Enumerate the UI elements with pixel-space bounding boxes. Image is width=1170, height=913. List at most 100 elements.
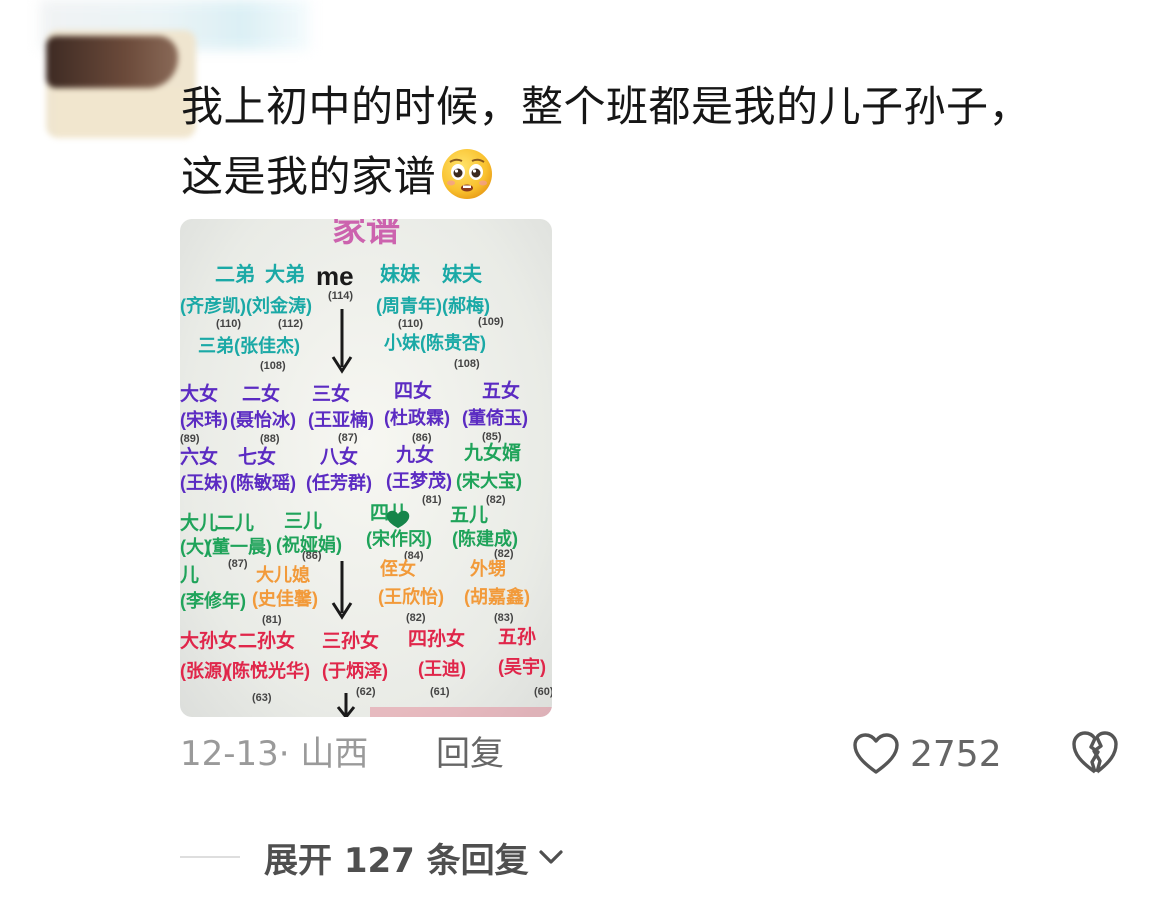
- tree-label: (张源): [180, 660, 228, 681]
- tree-label: 二儿: [216, 512, 254, 534]
- chevron-down-icon: [539, 850, 563, 864]
- tree-num: (87): [228, 558, 248, 570]
- reply-button[interactable]: 回复: [436, 732, 504, 776]
- tree-label: (李修年): [180, 590, 246, 611]
- tree-label: 二孙女: [238, 629, 295, 652]
- tree-label: 大儿: [180, 511, 218, 534]
- down-arrow-icon: [336, 693, 356, 717]
- tree-label: 五儿: [450, 504, 488, 526]
- tree-label: 九女: [395, 443, 434, 466]
- tree-label: (王妹): [180, 473, 228, 493]
- tree-label: 八女: [320, 445, 358, 468]
- like-count: 2752: [910, 733, 1002, 775]
- broken-heart-icon[interactable]: [1070, 728, 1120, 778]
- tree-label: 妹妹: [379, 263, 421, 286]
- tree-label: 妹夫: [441, 262, 483, 286]
- tree-label: 侄女: [380, 558, 416, 579]
- avatar-dark-region: [46, 36, 178, 88]
- tree-num: (87): [338, 432, 358, 444]
- tree-label: (董一晨): [206, 537, 272, 557]
- tree-label: (陈敏瑶): [230, 472, 296, 493]
- tree-label: 四女: [394, 379, 432, 402]
- tree-label: 小妹(陈贵杏): [384, 332, 486, 353]
- tree-num: (85): [482, 431, 502, 443]
- comment-line-1: 我上初中的时候，整个班都是我的儿子孙子，: [181, 82, 1032, 131]
- tree-label: 三儿: [284, 510, 322, 532]
- tree-label: 七女: [238, 445, 276, 468]
- tree-label: (吴宇): [498, 656, 546, 677]
- tree-label: (胡嘉鑫): [464, 586, 530, 607]
- tree-label: 大弟: [265, 262, 305, 286]
- tree-num: (82): [486, 494, 506, 506]
- tree-label: (齐彦凯): [180, 295, 246, 316]
- tree-label-me: me: [316, 261, 354, 291]
- tree-label: (任芳群): [306, 472, 372, 493]
- family-tree-drawing: 家谱 二弟 大弟 me (114) 妹妹 妹夫 (齐彦凯) (刘金涛) (周青年…: [180, 219, 552, 717]
- tree-num: (110): [398, 318, 423, 330]
- tree-num: (62): [356, 686, 376, 698]
- down-arrow-icon: [331, 309, 353, 374]
- tree-label: (陈悦光华): [226, 660, 310, 681]
- tree-label: 大女: [180, 382, 218, 405]
- tree-label: (郝梅): [442, 295, 490, 316]
- tree-label: (王迪): [418, 659, 466, 679]
- comment-line-2-text: 这是我的家谱: [181, 152, 437, 201]
- tree-label: 四孙女: [408, 627, 465, 650]
- expand-replies-label: 展开 127 条回复: [264, 840, 529, 881]
- tree-num: (114): [328, 290, 353, 302]
- tree-num: (86): [412, 432, 432, 444]
- tree-label: (王亚楠): [308, 409, 374, 430]
- avatar[interactable]: [46, 30, 196, 138]
- tree-label: (陈建成): [452, 528, 518, 549]
- tree-label: (杜政霖): [384, 407, 450, 428]
- tree-num: (83): [494, 612, 514, 624]
- tree-num: (81): [422, 494, 442, 506]
- tree-num: (81): [262, 614, 282, 626]
- tree-label: (王梦茂): [386, 470, 452, 491]
- tree-num: (61): [430, 686, 450, 698]
- tree-num: (89): [180, 433, 200, 445]
- tree-label: (聂怡冰): [230, 409, 296, 430]
- tree-label: (刘金涛): [246, 295, 312, 316]
- tree-label: 二弟: [215, 262, 255, 286]
- tree-label: 六女: [180, 445, 218, 468]
- tree-label: 三女: [312, 382, 350, 405]
- divider-line: [180, 856, 240, 858]
- heart-outline-icon: [853, 733, 899, 774]
- tree-label: 大孙女: [180, 629, 237, 652]
- comment-body: 我上初中的时候，整个班都是我的儿子孙子， 这是我的家谱: [181, 72, 1101, 212]
- tree-num: (110): [216, 318, 241, 330]
- tree-label: 五女: [482, 379, 520, 402]
- tree-label: (史佳馨): [252, 588, 318, 609]
- family-tree-photo[interactable]: 家谱 二弟 大弟 me (114) 妹妹 妹夫 (齐彦凯) (刘金涛) (周青年…: [180, 219, 552, 717]
- tree-num: (108): [260, 360, 286, 372]
- pleading-face-emoji: [442, 149, 493, 199]
- tree-num: (60): [534, 686, 552, 698]
- expand-replies-button[interactable]: 展开 127 条回复: [180, 832, 567, 882]
- tree-label: (董倚玉): [462, 407, 528, 428]
- tree-num: (88): [260, 433, 280, 445]
- comment-line-2: 这是我的家谱: [181, 142, 1101, 212]
- like-button[interactable]: 2752: [852, 728, 1002, 780]
- comment-date-location: 12-13· 山西: [180, 734, 369, 774]
- tree-label: (宋作冈): [366, 528, 432, 549]
- tree-label: (于炳泽): [322, 661, 388, 681]
- tree-label: (王欣怡): [378, 586, 444, 607]
- tree-label: (宋大宝): [456, 470, 522, 491]
- tree-label: 三弟(张佳杰): [198, 335, 300, 356]
- tree-label: (宋玮): [180, 409, 228, 430]
- tree-num: (63): [252, 692, 272, 704]
- tree-num: (86): [302, 550, 322, 562]
- tree-num: (108): [454, 358, 480, 370]
- tree-label: 二女: [242, 382, 280, 405]
- tree-num: (82): [406, 612, 426, 624]
- tree-label: 九女婿: [463, 441, 522, 464]
- tree-label: 三孙女: [322, 629, 379, 652]
- tree-label: (周青年): [376, 295, 442, 316]
- tree-label: 外甥: [470, 558, 506, 579]
- tree-num: (109): [478, 316, 504, 328]
- tree-label: 五孙: [498, 626, 536, 648]
- down-arrow-icon: [331, 561, 353, 620]
- tree-label: 儿: [180, 564, 199, 586]
- avatar-light-region: [56, 88, 196, 138]
